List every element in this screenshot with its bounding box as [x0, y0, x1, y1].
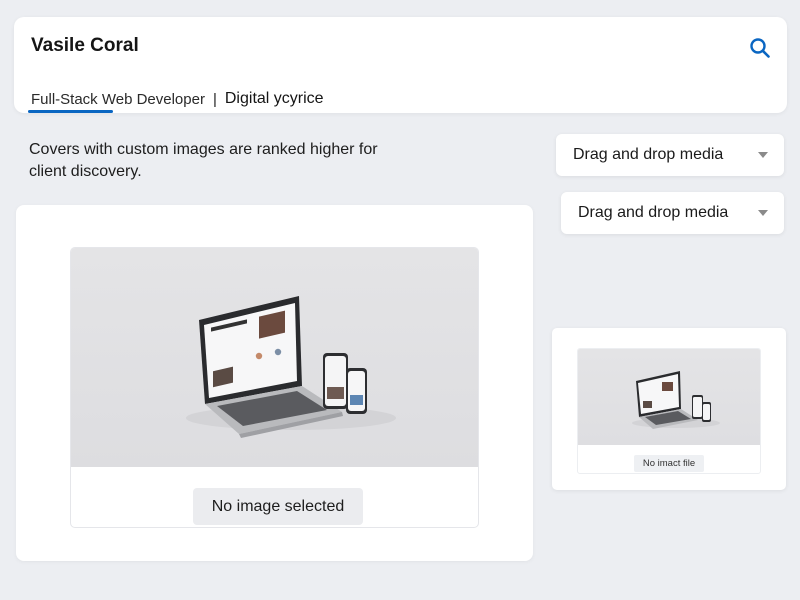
search-icon: [750, 38, 770, 58]
subtitle-separator: |: [212, 90, 217, 108]
profile-header-card: Vasile Coral Full-Stack Web Developer | …: [14, 17, 787, 113]
chevron-down-icon: [758, 152, 768, 158]
thumbnail-preview-image: [578, 349, 760, 445]
profile-role: Full-Stack Web Developer: [31, 90, 205, 108]
profile-subtitle: Full-Stack Web Developer | Digital ycyri…: [31, 90, 324, 108]
laptop-mockup-illustration: [186, 296, 396, 438]
no-image-selected-label: No image selected: [193, 488, 363, 525]
cover-hint-text: Covers with custom images are ranked hig…: [29, 141, 378, 180]
no-image-file-label: No imact file: [634, 455, 704, 472]
profile-name: Vasile Coral: [31, 35, 139, 56]
page: Vasile Coral Full-Stack Web Developer | …: [0, 0, 800, 600]
cover-preview-frame[interactable]: No image selected: [70, 247, 479, 528]
media-dropdown-1[interactable]: Drag and drop media: [556, 134, 784, 176]
media-dropdown-label: Drag and drop media: [573, 146, 724, 163]
thumbnail-preview-frame[interactable]: No imact file: [577, 348, 761, 474]
profile-company: Digital ycyrice: [224, 90, 324, 107]
media-dropdown-label: Drag and drop media: [578, 204, 729, 221]
chevron-down-icon: [758, 210, 768, 216]
cover-preview-image: [71, 248, 478, 467]
thumbnail-preview-card: No imact file: [552, 328, 786, 490]
search-button[interactable]: [747, 35, 773, 61]
cover-preview-card: No image selected: [16, 205, 533, 561]
active-tab-indicator: [28, 110, 113, 113]
media-dropdown-2[interactable]: Drag and drop media: [561, 192, 784, 234]
laptop-mockup-thumbnail: [632, 371, 720, 429]
